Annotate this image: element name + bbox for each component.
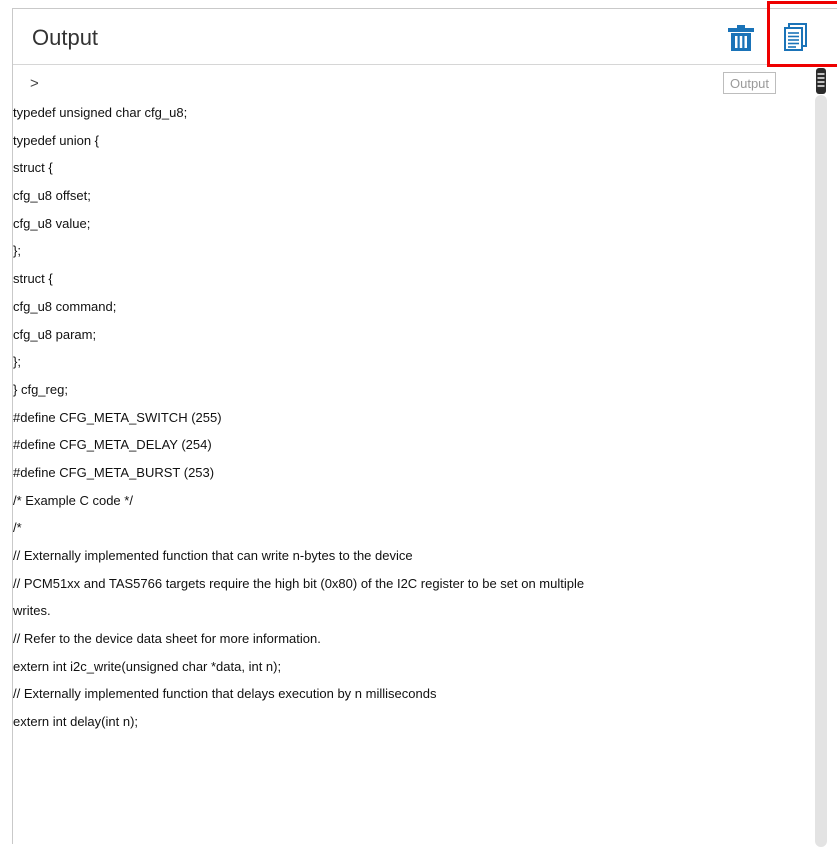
code-line: };	[13, 243, 21, 259]
code-line: struct {	[13, 271, 53, 287]
code-line: /* Example C code */	[13, 492, 133, 508]
output-panel: Output > Output typedef unsigned char cf…	[12, 1, 837, 847]
code-line: writes.	[13, 603, 51, 619]
scrollbar-track[interactable]	[815, 95, 827, 847]
copy-document-icon	[784, 23, 807, 51]
code-line: // Externally implemented function that …	[13, 686, 437, 702]
code-line: cfg_u8 value;	[13, 215, 91, 231]
code-line: // Externally implemented function that …	[13, 548, 413, 563]
code-line: extern int delay(int n);	[13, 714, 139, 730]
code-line: cfg_u8 offset;	[13, 188, 91, 204]
output-tooltip: Output	[723, 72, 777, 94]
code-line: cfg_u8 param;	[13, 326, 97, 342]
code-line: };	[13, 354, 21, 370]
panel-title: Output	[32, 25, 99, 50]
code-line: cfg_u8 command;	[13, 298, 117, 314]
code-line: typedef unsigned char cfg_u8;	[13, 105, 188, 120]
code-line: typedef union {	[13, 132, 100, 148]
code-line: #define CFG_META_BURST (253)	[13, 464, 215, 480]
console-area[interactable]: > Output typedef unsigned char cfg_u8; t…	[13, 65, 837, 847]
clear-output-button[interactable]	[726, 23, 756, 53]
copy-output-button[interactable]	[779, 21, 813, 55]
code-line: } cfg_reg;	[13, 381, 68, 397]
code-line: extern int i2c_write(unsigned char *data…	[13, 658, 282, 674]
trash-icon	[728, 25, 754, 51]
console-prompt: >	[30, 75, 39, 92]
code-line: // PCM51xx and TAS5766 targets require t…	[13, 575, 585, 591]
code-line: #define CFG_META_SWITCH (255)	[13, 409, 222, 425]
code-output: typedef unsigned char cfg_u8; typedef un…	[13, 99, 813, 736]
code-line: struct {	[13, 160, 53, 176]
vertical-scrollbar[interactable]	[811, 65, 831, 847]
panel-header: Output	[13, 1, 837, 67]
code-line: /*	[13, 520, 22, 536]
scrollbar-grip-icon[interactable]	[814, 67, 828, 95]
code-line: // Refer to the device data sheet for mo…	[13, 631, 321, 647]
code-line: #define CFG_META_DELAY (254)	[13, 437, 212, 453]
